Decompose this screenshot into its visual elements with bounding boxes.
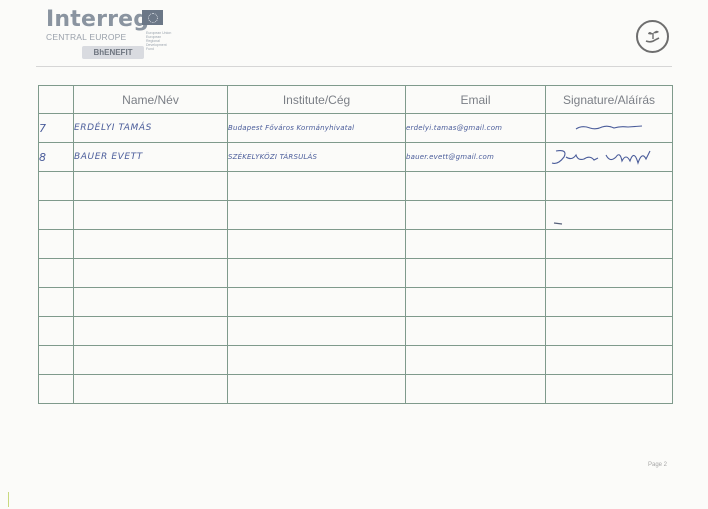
signature-mark <box>551 150 651 165</box>
row-email <box>405 345 546 375</box>
col-email-header: Email <box>405 85 546 114</box>
col-name-header: Name/Név <box>73 85 228 114</box>
row-institute <box>227 229 406 259</box>
interreg-logo: Interreg European Union European Regiona… <box>46 7 171 60</box>
row-name <box>73 287 228 317</box>
eu-flag-icon <box>142 10 163 25</box>
row-name <box>73 345 228 375</box>
row-institute <box>227 345 406 375</box>
row-name <box>73 258 228 288</box>
row-signature <box>545 287 673 317</box>
row-signature <box>545 113 673 143</box>
row-name <box>73 316 228 346</box>
table-row <box>38 345 673 375</box>
col-institute-header: Institute/Cég <box>227 85 406 114</box>
attendance-table: Name/Név Institute/Cég Email Signature/A… <box>38 85 673 404</box>
table-row <box>38 287 673 317</box>
row-institute <box>227 200 406 230</box>
table-row: 8 BAUER EVETT SZÉKELYKÖZI TÁRSULÁS bauer… <box>38 142 673 172</box>
row-email <box>405 200 546 230</box>
sprout-hand-icon <box>636 20 669 53</box>
row-signature <box>545 142 673 172</box>
row-email <box>405 258 546 288</box>
table-row <box>38 229 673 259</box>
row-signature <box>545 316 673 346</box>
table-row <box>38 258 673 288</box>
table-row <box>38 374 673 404</box>
row-email <box>405 229 546 259</box>
row-number <box>38 287 74 317</box>
ink-smudge <box>553 222 563 225</box>
table-row <box>38 171 673 201</box>
page-number: Page 2 <box>648 462 668 468</box>
table-header-row: Name/Név Institute/Cég Email Signature/A… <box>38 85 673 114</box>
row-name <box>73 374 228 404</box>
row-name: BAUER EVETT <box>73 142 228 172</box>
row-number <box>38 229 74 259</box>
signature-mark <box>575 125 643 130</box>
logo-brand: Interreg <box>46 7 150 32</box>
row-email <box>405 171 546 201</box>
row-signature <box>545 229 673 259</box>
row-signature <box>545 258 673 288</box>
row-name <box>73 171 228 201</box>
row-signature <box>545 374 673 404</box>
table-row <box>38 316 673 346</box>
row-signature <box>545 345 673 375</box>
row-name <box>73 200 228 230</box>
table-row: 7 ERDÉLYI TAMÁS Budapest Főváros Kormány… <box>38 113 673 143</box>
row-institute: Budapest Főváros Kormányhivatal <box>227 113 406 143</box>
row-signature <box>545 171 673 201</box>
row-signature <box>545 200 673 230</box>
row-email: erdelyi.tamas@gmail.com <box>405 113 546 143</box>
row-institute: SZÉKELYKÖZI TÁRSULÁS <box>227 142 406 172</box>
row-institute <box>227 287 406 317</box>
row-institute <box>227 258 406 288</box>
row-name <box>73 229 228 259</box>
row-number <box>38 258 74 288</box>
row-email <box>405 316 546 346</box>
header-divider <box>36 66 672 67</box>
margin-mark <box>8 492 9 507</box>
row-name: ERDÉLYI TAMÁS <box>73 113 228 143</box>
project-badge: BhENEFIT <box>82 46 144 59</box>
row-institute <box>227 316 406 346</box>
table-row <box>38 200 673 230</box>
logo-program: CENTRAL EUROPE <box>46 32 127 42</box>
row-number: 8 <box>38 142 74 172</box>
row-institute <box>227 171 406 201</box>
row-number <box>38 316 74 346</box>
col-number-header <box>38 85 74 114</box>
row-number <box>38 171 74 201</box>
row-number <box>38 374 74 404</box>
row-email <box>405 287 546 317</box>
row-email: bauer.evett@gmail.com <box>405 142 546 172</box>
col-signature-header: Signature/Aláírás <box>545 85 673 114</box>
row-institute <box>227 374 406 404</box>
row-email <box>405 374 546 404</box>
eu-fund-text: European Union European Regional Develop… <box>146 31 172 51</box>
row-number <box>38 200 74 230</box>
row-number <box>38 345 74 375</box>
document-page: Interreg European Union European Regiona… <box>0 0 708 509</box>
row-number: 7 <box>38 113 74 143</box>
